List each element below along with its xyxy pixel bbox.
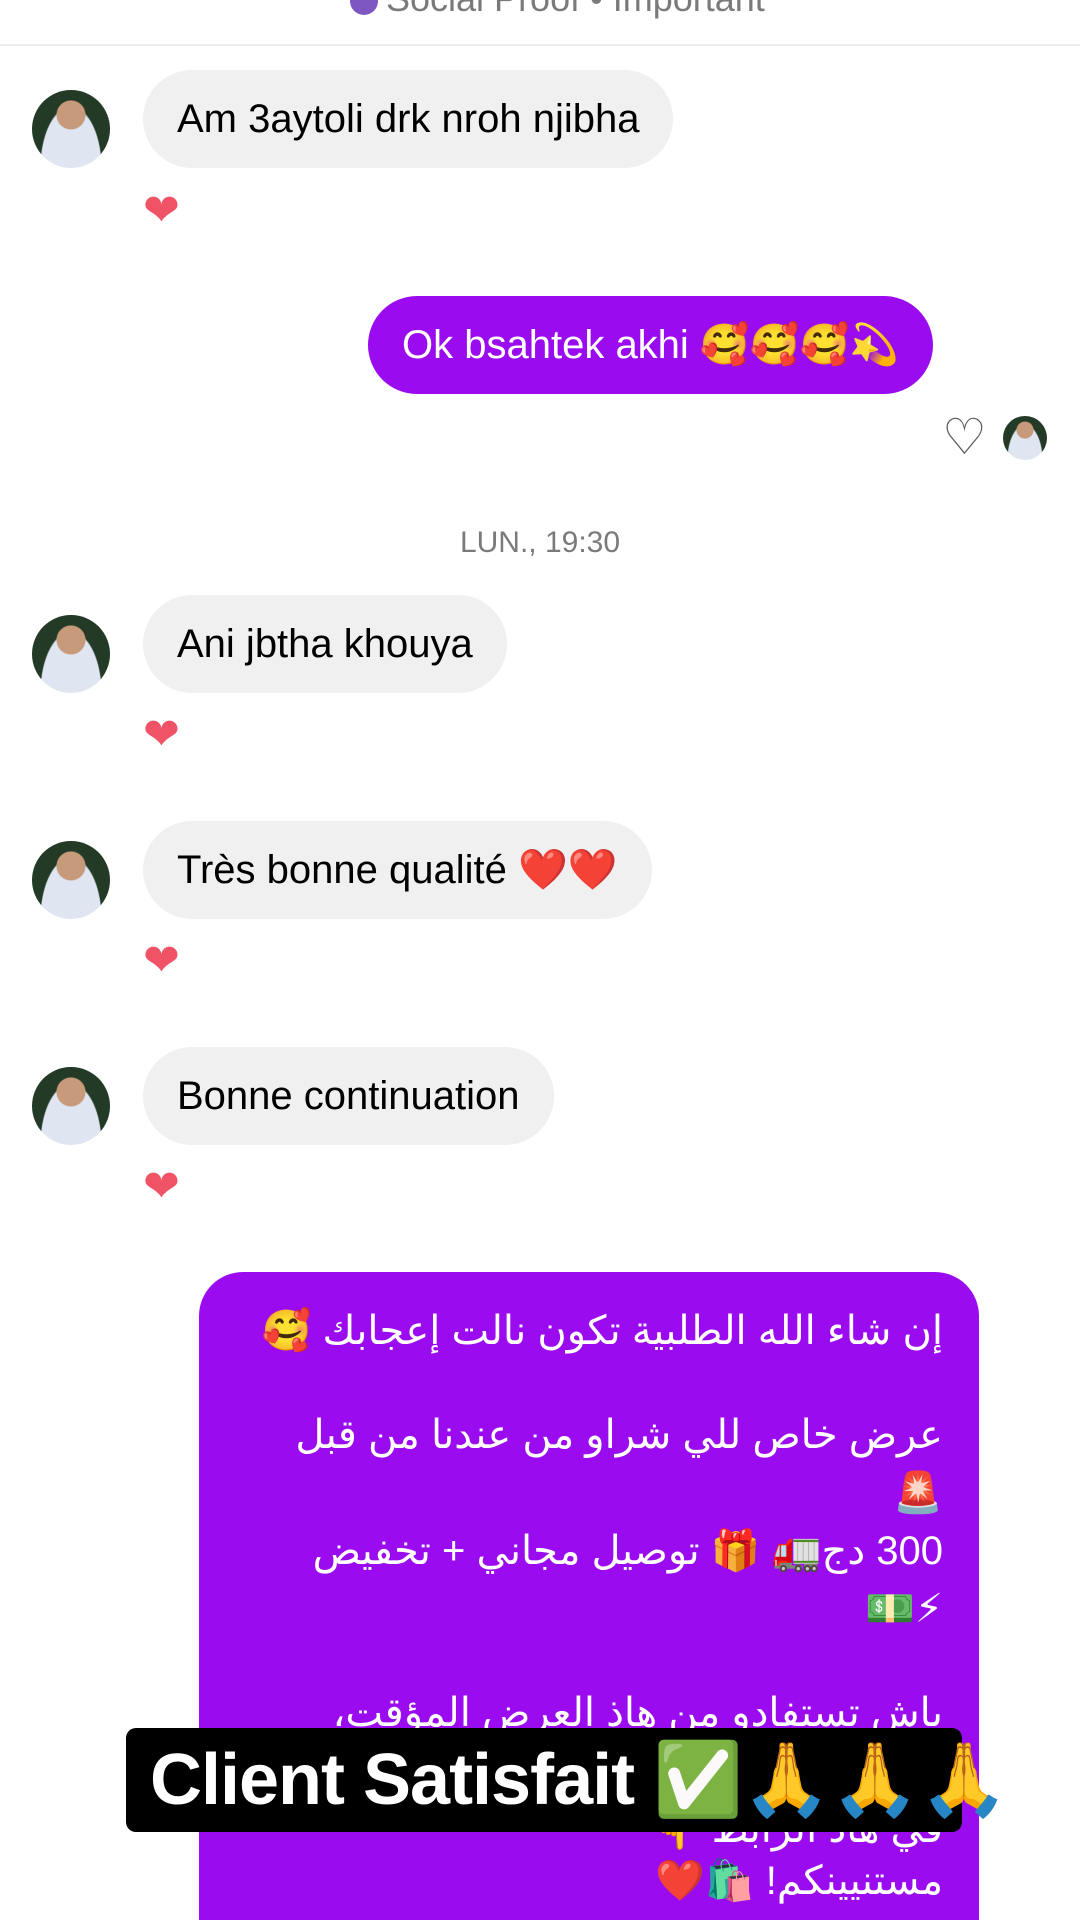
offer-line: 300 دج🚛 🎁 توصيل مجاني + تخفيض xyxy=(312,1529,943,1573)
heart-reaction-icon[interactable]: ❤ xyxy=(143,1165,180,1209)
incoming-message-bubble[interactable]: Ani jbtha khouya xyxy=(143,595,507,693)
sender-avatar[interactable] xyxy=(32,90,110,168)
like-outline-icon[interactable]: ♡ xyxy=(942,412,987,462)
heart-reaction-icon[interactable]: ❤ xyxy=(143,713,180,757)
offer-line: إن شاء الله الطلبية تكون نالت إعجابك 🥰 xyxy=(261,1309,943,1353)
seen-avatar xyxy=(1003,416,1047,460)
chat-screen: Social Proof • Important Am 3aytoli drk … xyxy=(0,0,1080,1920)
outgoing-message-bubble[interactable]: Ok bsahtek akhi 🥰🥰🥰💫 xyxy=(368,296,934,394)
offer-closing-line: مستنيينكم! 🛍️❤️ xyxy=(654,1859,943,1903)
client-satisfied-caption: Client Satisfait ✅🙏🙏🙏 xyxy=(126,1728,1009,1832)
incoming-message-bubble[interactable]: Très bonne qualité ❤️❤️ xyxy=(143,821,652,919)
conversation-labels[interactable]: Social Proof • Important xyxy=(350,0,765,20)
incoming-message-bubble[interactable]: Am 3aytoli drk nroh njibha xyxy=(143,70,674,168)
sender-avatar[interactable] xyxy=(32,1067,110,1145)
offer-line: ⚡💵 xyxy=(865,1587,943,1631)
heart-reaction-icon[interactable]: ❤ xyxy=(143,189,180,233)
label-dot-icon xyxy=(350,0,378,16)
sender-avatar[interactable] xyxy=(32,841,110,919)
sender-avatar[interactable] xyxy=(32,615,110,693)
offer-line: عرض خاص للي شراو من عندنا من قبل 🚨 xyxy=(284,1413,943,1515)
heart-reaction-icon[interactable]: ❤ xyxy=(143,939,180,983)
message-timestamp: LUN., 19:30 xyxy=(459,526,621,559)
incoming-message-bubble[interactable]: Bonne continuation xyxy=(143,1047,554,1145)
labels-text: Social Proof • Important xyxy=(386,0,765,19)
conversation-labels-bar: Social Proof • Important xyxy=(0,0,1080,46)
